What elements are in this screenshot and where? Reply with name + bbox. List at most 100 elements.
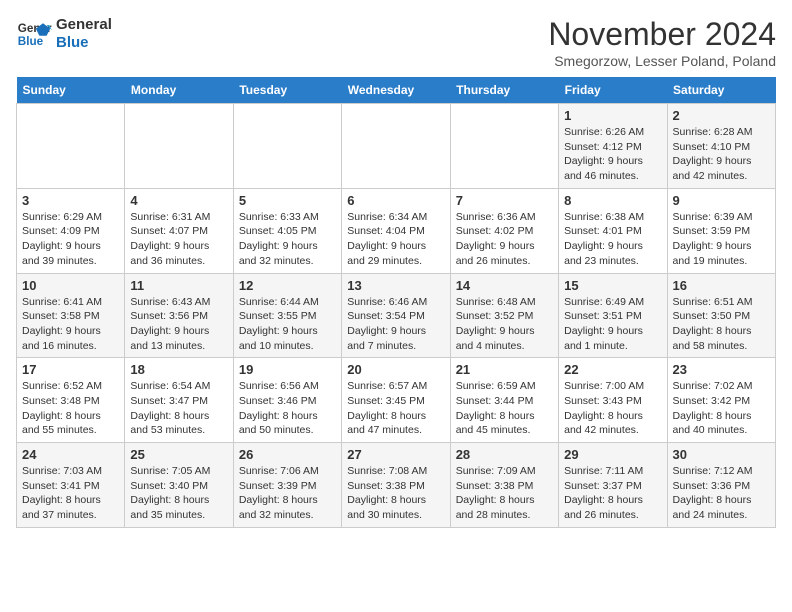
day-number: 13 bbox=[347, 278, 444, 293]
table-cell: 12 Sunrise: 6:44 AM Sunset: 3:55 PM Dayli… bbox=[233, 273, 341, 358]
day-info: Sunrise: 7:03 AM Sunset: 3:41 PM Dayligh… bbox=[22, 464, 119, 523]
week-row-1: 1 Sunrise: 6:26 AM Sunset: 4:12 PM Daylig… bbox=[17, 104, 776, 189]
day-number: 28 bbox=[456, 447, 553, 462]
table-cell: 3 Sunrise: 6:29 AM Sunset: 4:09 PM Daylig… bbox=[17, 188, 125, 273]
table-cell: 14 Sunrise: 6:48 AM Sunset: 3:52 PM Dayli… bbox=[450, 273, 558, 358]
day-number: 20 bbox=[347, 362, 444, 377]
weekday-header-friday: Friday bbox=[559, 77, 667, 104]
table-cell bbox=[17, 104, 125, 189]
day-number: 9 bbox=[673, 193, 770, 208]
day-info: Sunrise: 7:00 AM Sunset: 3:43 PM Dayligh… bbox=[564, 379, 661, 438]
day-number: 3 bbox=[22, 193, 119, 208]
day-number: 7 bbox=[456, 193, 553, 208]
day-info: Sunrise: 7:02 AM Sunset: 3:42 PM Dayligh… bbox=[673, 379, 770, 438]
day-info: Sunrise: 6:44 AM Sunset: 3:55 PM Dayligh… bbox=[239, 295, 336, 354]
day-info: Sunrise: 6:49 AM Sunset: 3:51 PM Dayligh… bbox=[564, 295, 661, 354]
location-subtitle: Smegorzow, Lesser Poland, Poland bbox=[548, 53, 776, 69]
page-header: General Blue General Blue November 2024 … bbox=[16, 16, 776, 69]
table-cell: 13 Sunrise: 6:46 AM Sunset: 3:54 PM Dayli… bbox=[342, 273, 450, 358]
day-info: Sunrise: 6:43 AM Sunset: 3:56 PM Dayligh… bbox=[130, 295, 227, 354]
logo-line1: General bbox=[56, 16, 112, 34]
weekday-header-thursday: Thursday bbox=[450, 77, 558, 104]
day-number: 1 bbox=[564, 108, 661, 123]
logo-icon: General Blue bbox=[16, 16, 52, 52]
table-cell: 7Sunrise: 6:36 AM Sunset: 4:02 PM Daylig… bbox=[450, 188, 558, 273]
table-cell: 21 Sunrise: 6:59 AM Sunset: 3:44 PM Dayli… bbox=[450, 358, 558, 443]
day-number: 23 bbox=[673, 362, 770, 377]
table-cell: 4 Sunrise: 6:31 AM Sunset: 4:07 PM Daylig… bbox=[125, 188, 233, 273]
logo: General Blue General Blue bbox=[16, 16, 112, 52]
table-cell: 19Sunrise: 6:56 AM Sunset: 3:46 PM Dayli… bbox=[233, 358, 341, 443]
day-number: 21 bbox=[456, 362, 553, 377]
table-cell: 22Sunrise: 7:00 AM Sunset: 3:43 PM Dayli… bbox=[559, 358, 667, 443]
table-cell: 9 Sunrise: 6:39 AM Sunset: 3:59 PM Daylig… bbox=[667, 188, 775, 273]
day-number: 25 bbox=[130, 447, 227, 462]
day-number: 6 bbox=[347, 193, 444, 208]
table-cell bbox=[342, 104, 450, 189]
table-cell: 6 Sunrise: 6:34 AM Sunset: 4:04 PM Daylig… bbox=[342, 188, 450, 273]
day-number: 18 bbox=[130, 362, 227, 377]
day-info: Sunrise: 7:08 AM Sunset: 3:38 PM Dayligh… bbox=[347, 464, 444, 523]
table-cell: 8 Sunrise: 6:38 AM Sunset: 4:01 PM Daylig… bbox=[559, 188, 667, 273]
day-info: Sunrise: 6:39 AM Sunset: 3:59 PM Dayligh… bbox=[673, 210, 770, 269]
table-cell: 5 Sunrise: 6:33 AM Sunset: 4:05 PM Daylig… bbox=[233, 188, 341, 273]
table-cell: 10 Sunrise: 6:41 AM Sunset: 3:58 PM Dayli… bbox=[17, 273, 125, 358]
day-number: 5 bbox=[239, 193, 336, 208]
day-info: Sunrise: 6:38 AM Sunset: 4:01 PM Dayligh… bbox=[564, 210, 661, 269]
table-cell: 1 Sunrise: 6:26 AM Sunset: 4:12 PM Daylig… bbox=[559, 104, 667, 189]
day-info: Sunrise: 7:12 AM Sunset: 3:36 PM Dayligh… bbox=[673, 464, 770, 523]
day-number: 2 bbox=[673, 108, 770, 123]
table-cell bbox=[125, 104, 233, 189]
table-cell: 23 Sunrise: 7:02 AM Sunset: 3:42 PM Dayli… bbox=[667, 358, 775, 443]
day-number: 26 bbox=[239, 447, 336, 462]
day-info: Sunrise: 6:26 AM Sunset: 4:12 PM Dayligh… bbox=[564, 125, 661, 184]
day-info: Sunrise: 7:09 AM Sunset: 3:38 PM Dayligh… bbox=[456, 464, 553, 523]
table-cell: 15 Sunrise: 6:49 AM Sunset: 3:51 PM Dayli… bbox=[559, 273, 667, 358]
day-number: 27 bbox=[347, 447, 444, 462]
day-info: Sunrise: 7:05 AM Sunset: 3:40 PM Dayligh… bbox=[130, 464, 227, 523]
weekday-header-row: SundayMondayTuesdayWednesdayThursdayFrid… bbox=[17, 77, 776, 104]
svg-text:Blue: Blue bbox=[18, 35, 44, 48]
day-info: Sunrise: 6:51 AM Sunset: 3:50 PM Dayligh… bbox=[673, 295, 770, 354]
weekday-header-monday: Monday bbox=[125, 77, 233, 104]
month-title: November 2024 bbox=[548, 16, 776, 53]
day-number: 4 bbox=[130, 193, 227, 208]
table-cell: 29 Sunrise: 7:11 AM Sunset: 3:37 PM Dayli… bbox=[559, 443, 667, 528]
day-number: 14 bbox=[456, 278, 553, 293]
day-number: 10 bbox=[22, 278, 119, 293]
table-cell bbox=[450, 104, 558, 189]
table-cell: 30Sunrise: 7:12 AM Sunset: 3:36 PM Dayli… bbox=[667, 443, 775, 528]
day-info: Sunrise: 7:06 AM Sunset: 3:39 PM Dayligh… bbox=[239, 464, 336, 523]
table-cell bbox=[233, 104, 341, 189]
day-info: Sunrise: 6:54 AM Sunset: 3:47 PM Dayligh… bbox=[130, 379, 227, 438]
weekday-header-sunday: Sunday bbox=[17, 77, 125, 104]
day-info: Sunrise: 6:34 AM Sunset: 4:04 PM Dayligh… bbox=[347, 210, 444, 269]
table-cell: 26 Sunrise: 7:06 AM Sunset: 3:39 PM Dayli… bbox=[233, 443, 341, 528]
table-cell: 20 Sunrise: 6:57 AM Sunset: 3:45 PM Dayli… bbox=[342, 358, 450, 443]
day-info: Sunrise: 7:11 AM Sunset: 3:37 PM Dayligh… bbox=[564, 464, 661, 523]
day-number: 29 bbox=[564, 447, 661, 462]
day-number: 12 bbox=[239, 278, 336, 293]
day-number: 11 bbox=[130, 278, 227, 293]
day-info: Sunrise: 6:33 AM Sunset: 4:05 PM Dayligh… bbox=[239, 210, 336, 269]
day-number: 8 bbox=[564, 193, 661, 208]
weekday-header-wednesday: Wednesday bbox=[342, 77, 450, 104]
day-info: Sunrise: 6:57 AM Sunset: 3:45 PM Dayligh… bbox=[347, 379, 444, 438]
calendar-table: SundayMondayTuesdayWednesdayThursdayFrid… bbox=[16, 77, 776, 528]
day-info: Sunrise: 6:59 AM Sunset: 3:44 PM Dayligh… bbox=[456, 379, 553, 438]
day-info: Sunrise: 6:46 AM Sunset: 3:54 PM Dayligh… bbox=[347, 295, 444, 354]
table-cell: 2Sunrise: 6:28 AM Sunset: 4:10 PM Daylig… bbox=[667, 104, 775, 189]
day-number: 15 bbox=[564, 278, 661, 293]
table-cell: 28 Sunrise: 7:09 AM Sunset: 3:38 PM Dayli… bbox=[450, 443, 558, 528]
day-info: Sunrise: 6:29 AM Sunset: 4:09 PM Dayligh… bbox=[22, 210, 119, 269]
day-info: Sunrise: 6:41 AM Sunset: 3:58 PM Dayligh… bbox=[22, 295, 119, 354]
logo-line2: Blue bbox=[56, 34, 112, 52]
day-info: Sunrise: 6:31 AM Sunset: 4:07 PM Dayligh… bbox=[130, 210, 227, 269]
day-info: Sunrise: 6:48 AM Sunset: 3:52 PM Dayligh… bbox=[456, 295, 553, 354]
table-cell: 25 Sunrise: 7:05 AM Sunset: 3:40 PM Dayli… bbox=[125, 443, 233, 528]
day-info: Sunrise: 6:52 AM Sunset: 3:48 PM Dayligh… bbox=[22, 379, 119, 438]
day-number: 19 bbox=[239, 362, 336, 377]
week-row-5: 24Sunrise: 7:03 AM Sunset: 3:41 PM Dayli… bbox=[17, 443, 776, 528]
weekday-header-tuesday: Tuesday bbox=[233, 77, 341, 104]
table-cell: 27 Sunrise: 7:08 AM Sunset: 3:38 PM Dayli… bbox=[342, 443, 450, 528]
